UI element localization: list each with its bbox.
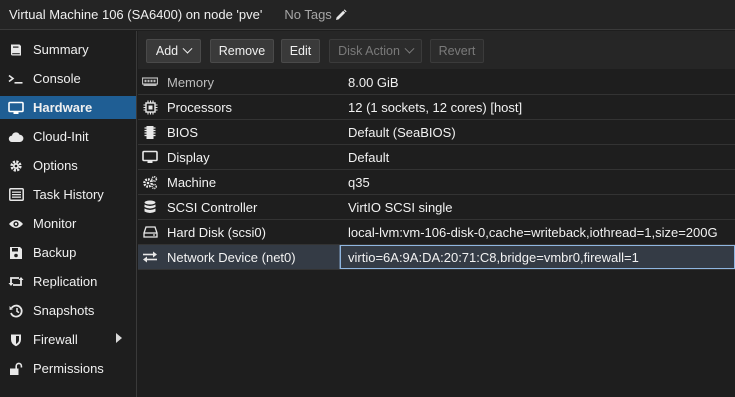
sidebar-item-label: Snapshots bbox=[33, 303, 95, 318]
row-key: BIOS bbox=[167, 124, 199, 140]
row-key: Hard Disk (scsi0) bbox=[167, 224, 266, 240]
toolbar: Add Remove Edit Disk Action Revert bbox=[138, 31, 735, 69]
tags-label: No Tags bbox=[284, 7, 332, 22]
floppy-icon bbox=[8, 245, 24, 261]
history-icon bbox=[8, 303, 24, 319]
remove-button-label: Remove bbox=[218, 44, 266, 58]
cloud-icon bbox=[8, 129, 24, 145]
row-value: virtio=6A:9A:DA:20:71:C8,bridge=vmbr0,fi… bbox=[348, 249, 639, 265]
table-row-scsi-controller[interactable]: SCSI Controller VirtIO SCSI single bbox=[138, 195, 735, 220]
row-key: Network Device (net0) bbox=[167, 249, 296, 265]
exchange-icon bbox=[142, 249, 158, 265]
expand-arrow-icon[interactable] bbox=[116, 333, 122, 343]
add-button[interactable]: Add bbox=[146, 39, 201, 63]
sidebar-item-monitor[interactable]: Monitor bbox=[0, 212, 136, 235]
eye-icon bbox=[8, 216, 24, 232]
cpu-icon bbox=[142, 99, 158, 115]
chevron-down-icon bbox=[404, 43, 415, 54]
row-value: Default bbox=[348, 149, 390, 165]
hdd-icon bbox=[142, 224, 158, 240]
edit-button[interactable]: Edit bbox=[281, 39, 320, 63]
sidebar-item-label: Firewall bbox=[33, 332, 78, 347]
row-key: Display bbox=[167, 149, 210, 165]
terminal-icon bbox=[8, 71, 24, 87]
row-key: Memory bbox=[167, 74, 214, 90]
table-row-display[interactable]: Display Default bbox=[138, 145, 735, 170]
desktop-icon bbox=[8, 100, 24, 116]
sidebar-item-label: Console bbox=[33, 71, 81, 86]
book-icon bbox=[8, 42, 24, 58]
page-title: Virtual Machine 106 (SA6400) on node 'pv… bbox=[9, 7, 263, 22]
cogs-icon bbox=[142, 174, 158, 190]
sidebar-item-replication[interactable]: Replication bbox=[0, 270, 136, 293]
edit-button-label: Edit bbox=[289, 44, 312, 58]
row-key: Processors bbox=[167, 99, 233, 115]
row-value: local-lvm:vm-106-disk-0,cache=writeback,… bbox=[348, 224, 718, 240]
table-row-hard-disk[interactable]: Hard Disk (scsi0) local-lvm:vm-106-disk-… bbox=[138, 220, 735, 245]
table-row-network-device[interactable]: Network Device (net0) virtio=6A:9A:DA:20… bbox=[138, 245, 735, 270]
sidebar-item-label: Options bbox=[33, 158, 78, 173]
sidebar-item-label: Cloud-Init bbox=[33, 129, 89, 144]
gear-icon bbox=[8, 158, 24, 174]
add-button-label: Add bbox=[155, 44, 179, 58]
database-icon bbox=[142, 199, 158, 215]
sidebar-item-hardware[interactable]: Hardware bbox=[0, 96, 136, 119]
sidebar-item-summary[interactable]: Summary bbox=[0, 38, 136, 61]
sidebar-item-label: Replication bbox=[33, 274, 98, 289]
sidebar-item-snapshots[interactable]: Snapshots bbox=[0, 299, 136, 322]
sidebar-item-label: Backup bbox=[33, 245, 77, 260]
row-value: 8.00 GiB bbox=[348, 74, 399, 90]
title-bar: Virtual Machine 106 (SA6400) on node 'pv… bbox=[0, 0, 735, 30]
sidebar: Summary Console Hardware Cloud-Init Opti… bbox=[0, 31, 137, 397]
row-value: Default (SeaBIOS) bbox=[348, 124, 456, 140]
table-row-bios[interactable]: BIOS Default (SeaBIOS) bbox=[138, 120, 735, 145]
sidebar-item-options[interactable]: Options bbox=[0, 154, 136, 177]
table-row-memory[interactable]: Memory 8.00 GiB bbox=[138, 70, 735, 95]
row-value: q35 bbox=[348, 174, 370, 190]
sidebar-item-label: Summary bbox=[33, 42, 89, 57]
sidebar-item-label: Task History bbox=[33, 187, 104, 202]
chevron-down-icon bbox=[182, 43, 193, 54]
table-row-processors[interactable]: Processors 12 (1 sockets, 12 cores) [hos… bbox=[138, 95, 735, 120]
pencil-icon[interactable] bbox=[335, 8, 347, 21]
sidebar-item-label: Permissions bbox=[33, 361, 104, 376]
tags-area[interactable]: No Tags bbox=[284, 7, 347, 22]
revert-button[interactable]: Revert bbox=[430, 39, 484, 63]
sidebar-item-console[interactable]: Console bbox=[0, 67, 136, 90]
disk-action-button[interactable]: Disk Action bbox=[329, 39, 422, 63]
row-value: 12 (1 sockets, 12 cores) [host] bbox=[348, 99, 523, 115]
remove-button[interactable]: Remove bbox=[210, 39, 274, 63]
sidebar-item-backup[interactable]: Backup bbox=[0, 241, 136, 264]
unlock-icon bbox=[8, 361, 24, 377]
sidebar-item-permissions[interactable]: Permissions bbox=[0, 357, 136, 380]
row-key: Machine bbox=[167, 174, 217, 190]
table-row-machine[interactable]: Machine q35 bbox=[138, 170, 735, 195]
retweet-icon bbox=[8, 274, 24, 290]
sidebar-item-cloud-init[interactable]: Cloud-Init bbox=[0, 125, 136, 148]
sidebar-item-label: Hardware bbox=[33, 100, 93, 115]
shield-icon bbox=[8, 332, 24, 348]
microchip-icon bbox=[142, 124, 158, 140]
sidebar-item-label: Monitor bbox=[33, 216, 77, 231]
row-value: VirtIO SCSI single bbox=[348, 199, 453, 215]
memory-icon bbox=[142, 74, 158, 90]
desktop-icon bbox=[142, 149, 158, 165]
sidebar-item-task-history[interactable]: Task History bbox=[0, 183, 136, 206]
revert-button-label: Revert bbox=[438, 44, 476, 58]
row-key: SCSI Controller bbox=[167, 199, 258, 215]
sidebar-item-firewall[interactable]: Firewall bbox=[0, 328, 136, 351]
disk-action-button-label: Disk Action bbox=[338, 44, 400, 58]
list-icon bbox=[8, 187, 24, 203]
